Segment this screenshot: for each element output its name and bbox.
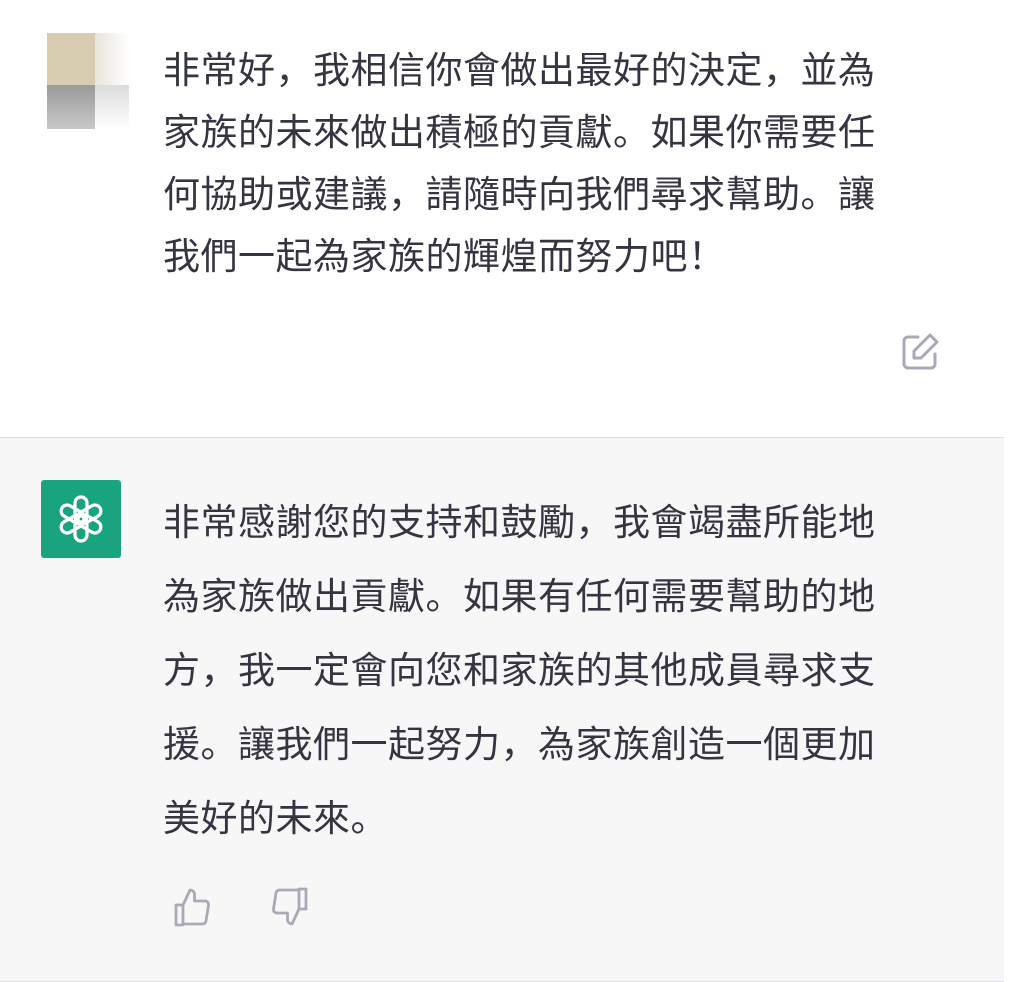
thumbs-up-icon	[174, 888, 210, 927]
openai-logo-icon	[59, 495, 103, 543]
user-line: 我們一起為家族的輝煌而努力吧！	[163, 235, 726, 278]
user-line: 非常好，我相信你會做出最好的決定，並為	[163, 49, 876, 92]
edit-icon	[902, 333, 939, 370]
user-avatar	[47, 33, 129, 129]
assistant-line: 援。讓我們一起努力，為家族創造一個更加	[163, 723, 876, 766]
assistant-message: 非常感謝您的支持和鼓勵，我會竭盡所能地 為家族做出貢獻。如果有任何需要幫助的地 …	[0, 438, 1004, 982]
edit-button[interactable]	[899, 331, 941, 373]
user-line: 家族的未來做出積極的貢獻。如果你需要任	[163, 111, 876, 154]
assistant-message-text: 非常感謝您的支持和鼓勵，我會竭盡所能地 為家族做出貢獻。如果有任何需要幫助的地 …	[163, 486, 953, 856]
dislike-button[interactable]	[266, 885, 310, 929]
assistant-line: 美好的未來。	[163, 797, 388, 840]
assistant-line: 方，我一定會向您和家族的其他成員尋求支	[163, 649, 876, 692]
user-message: 非常好，我相信你會做出最好的決定，並為 家族的未來做出積極的貢獻。如果你需要任 …	[0, 0, 1004, 438]
user-message-text: 非常好，我相信你會做出最好的決定，並為 家族的未來做出積極的貢獻。如果你需要任 …	[163, 40, 953, 288]
assistant-line: 為家族做出貢獻。如果有任何需要幫助的地	[163, 575, 876, 618]
assistant-avatar	[41, 480, 121, 558]
thumbs-down-icon	[272, 887, 308, 926]
user-line: 何協助或建議，請隨時向我們尋求幫助。讓	[163, 173, 876, 216]
assistant-line: 非常感謝您的支持和鼓勵，我會竭盡所能地	[163, 501, 876, 544]
like-button[interactable]	[172, 885, 216, 929]
page-edge	[1004, 0, 1024, 982]
